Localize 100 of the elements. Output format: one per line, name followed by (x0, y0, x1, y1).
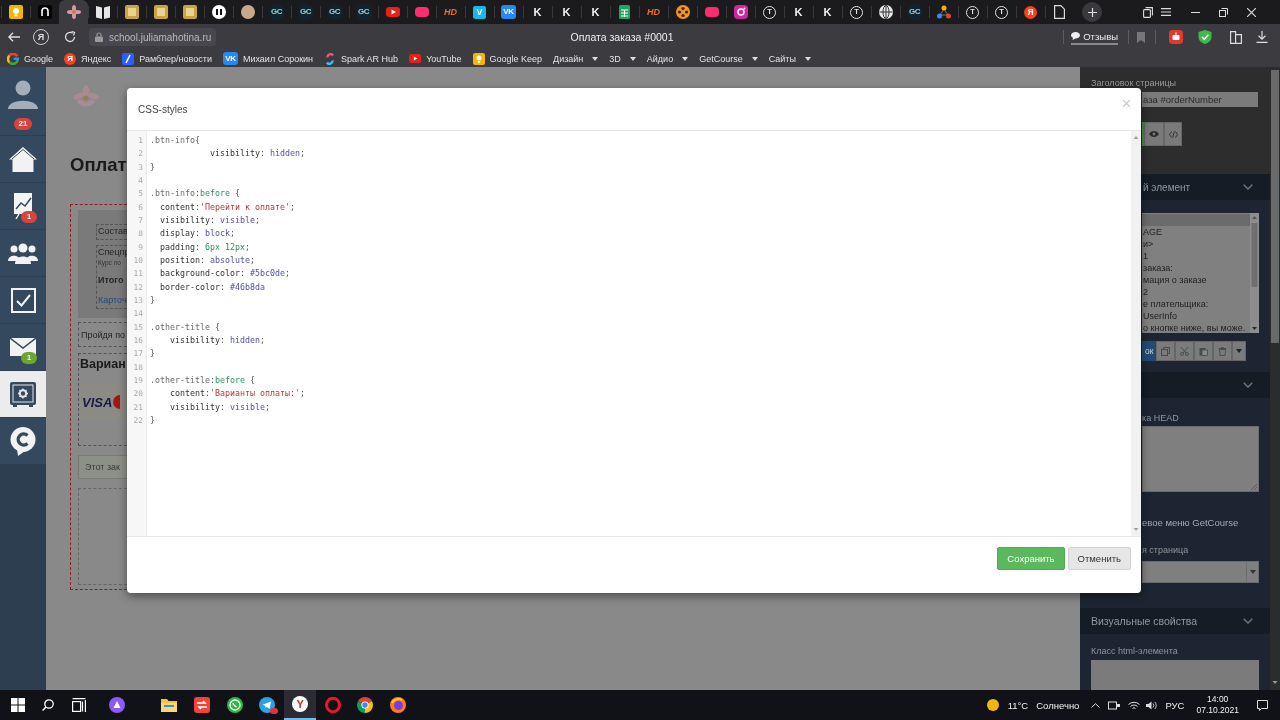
task-view-icon (72, 698, 86, 712)
triangle-circle-icon (109, 697, 125, 713)
framed-square-icon (124, 5, 139, 19)
bookmark-link[interactable]: Google Keep (472, 51, 543, 66)
dialog-button[interactable]: Отменить (1067, 547, 1131, 570)
trash-icon (1218, 346, 1228, 356)
address-field[interactable]: school.juliamahotina.ru (89, 28, 217, 46)
envelope-icon (10, 338, 36, 356)
option-label: евое меню GetCourse (1142, 518, 1239, 528)
code-line: padding: 6px 12px; (159, 240, 250, 254)
speaker-icon[interactable] (1146, 700, 1158, 710)
block-button[interactable]: ок (1142, 341, 1157, 361)
open-book-icon (95, 5, 110, 19)
search-icon (42, 699, 54, 711)
play-tile-icon (385, 7, 400, 17)
list-option[interactable]: 1 (1142, 250, 1250, 262)
bookmark-link[interactable]: Я Яндекс (64, 51, 112, 66)
caret-icon (682, 56, 689, 61)
paste-button[interactable] (1194, 341, 1214, 361)
code-line: } (150, 413, 155, 427)
arrows-tile-icon (194, 697, 211, 713)
plus-icon (1087, 7, 1097, 17)
section-header[interactable]: Визуальные свойства (1080, 608, 1270, 634)
nav-item[interactable] (0, 371, 46, 418)
more-button[interactable] (1232, 341, 1247, 361)
list-option[interactable]: UserInfo (1142, 310, 1250, 322)
bookmark-link[interactable]: Spark AR Hub (324, 51, 399, 66)
safe-gear-icon (10, 381, 36, 407)
element-list[interactable]: AGE и> 1 заказа: мация о заказе 2 е плательщика: UserInfo о кнопке ниже, вы може. (1142, 213, 1259, 333)
scrollbar[interactable] (1131, 131, 1141, 536)
list-option[interactable]: заказа: (1142, 262, 1250, 274)
nav-item[interactable] (0, 230, 46, 277)
nav-item[interactable] (0, 418, 46, 465)
copy-icon (1161, 346, 1171, 356)
shield-check-icon (1198, 30, 1212, 44)
head-code-field[interactable] (1142, 426, 1259, 492)
chevron-up-icon[interactable] (1091, 702, 1101, 708)
flower-logo (72, 85, 100, 110)
bookmark-link[interactable]: Рамблер/новости (122, 51, 212, 66)
temperature-text: 11°C (1007, 699, 1029, 711)
list-option[interactable]: о кнопке ниже, вы може. (1142, 322, 1250, 334)
reload-icon (64, 31, 76, 43)
browser-tab[interactable] (59, 0, 88, 24)
card-logo-text: VISA (82, 395, 113, 409)
code-line: .other-title { (150, 320, 220, 334)
person-silhouette-icon[interactable] (8, 79, 38, 109)
field-label: Заголовок страницы (1090, 78, 1177, 88)
sun-icon (986, 699, 999, 711)
nav-item[interactable] (0, 136, 46, 183)
code-line: visibility: hidden; (208, 147, 305, 161)
field-label: я страница (1142, 545, 1189, 555)
bookmark-link[interactable]: YouTube (409, 51, 462, 66)
rounded-tile-icon (414, 7, 429, 17)
scrollbar[interactable] (1270, 67, 1280, 690)
list-option[interactable]: мация о заказе (1142, 274, 1250, 286)
code-line: content:'Перейти к оплате'; (159, 200, 295, 214)
notification-icon[interactable] (1257, 699, 1268, 711)
list-option[interactable]: 2 (1142, 286, 1250, 298)
taskbar-app[interactable]: Y (283, 690, 317, 720)
framed-square-icon (182, 5, 197, 19)
list-option[interactable]: и> (1142, 238, 1250, 250)
section-header[interactable]: й элемент (1141, 174, 1270, 200)
list-option[interactable]: AGE (1142, 226, 1250, 238)
caret-icon (804, 56, 811, 61)
new-tab-button[interactable] (1082, 2, 1102, 22)
globe-icon (878, 5, 893, 19)
bookmark-folder[interactable]: GetCourse (699, 51, 758, 66)
preview-button[interactable] (1144, 122, 1164, 146)
title-field[interactable]: аза #orderNumber (1142, 92, 1258, 107)
class-field[interactable] (1091, 660, 1259, 690)
slash-tile-icon (122, 52, 135, 65)
split-panel-icon (1230, 30, 1242, 44)
reviews-button[interactable]: Отзывы (1071, 29, 1118, 45)
dialog-title: CSS-styles (138, 103, 188, 115)
wifi-icon[interactable] (1128, 700, 1141, 710)
code-line: border-color: #46b8da (159, 280, 265, 294)
battery-icon[interactable] (1108, 700, 1121, 710)
bookmark-folder[interactable]: Дизайн (553, 51, 599, 66)
code-line: } (150, 293, 155, 307)
bookmark-folder[interactable]: Сайты (768, 51, 811, 66)
bookmark-folder[interactable]: 3D (609, 51, 636, 66)
list-option[interactable]: е плательщика: (1142, 298, 1250, 310)
flower-icon (66, 5, 81, 19)
language-indicator[interactable]: РУС (1165, 699, 1185, 711)
scrollbar[interactable] (1250, 213, 1259, 333)
summary-text: Состав (98, 225, 128, 237)
bookmark-folder[interactable]: Айдио (646, 51, 689, 66)
clock[interactable]: 14:00 07.10.2021 (1196, 694, 1239, 716)
checkbox-tick-icon (10, 287, 36, 313)
bookmark-link[interactable]: VK Михаил Сорокин (222, 51, 314, 66)
notification-count[interactable]: 21 (13, 117, 33, 130)
scissors-icon (1180, 346, 1190, 356)
chart-sheet-icon (13, 193, 33, 219)
nav-item[interactable] (0, 277, 46, 324)
download-icon (1256, 31, 1268, 43)
extension-button[interactable] (1198, 27, 1212, 47)
code-line: background-color: #5bc0de; (159, 267, 290, 281)
bookmark-link[interactable]: Google (7, 51, 54, 66)
stacked-squares-icon (1143, 6, 1153, 18)
extension-button[interactable] (1169, 27, 1183, 47)
